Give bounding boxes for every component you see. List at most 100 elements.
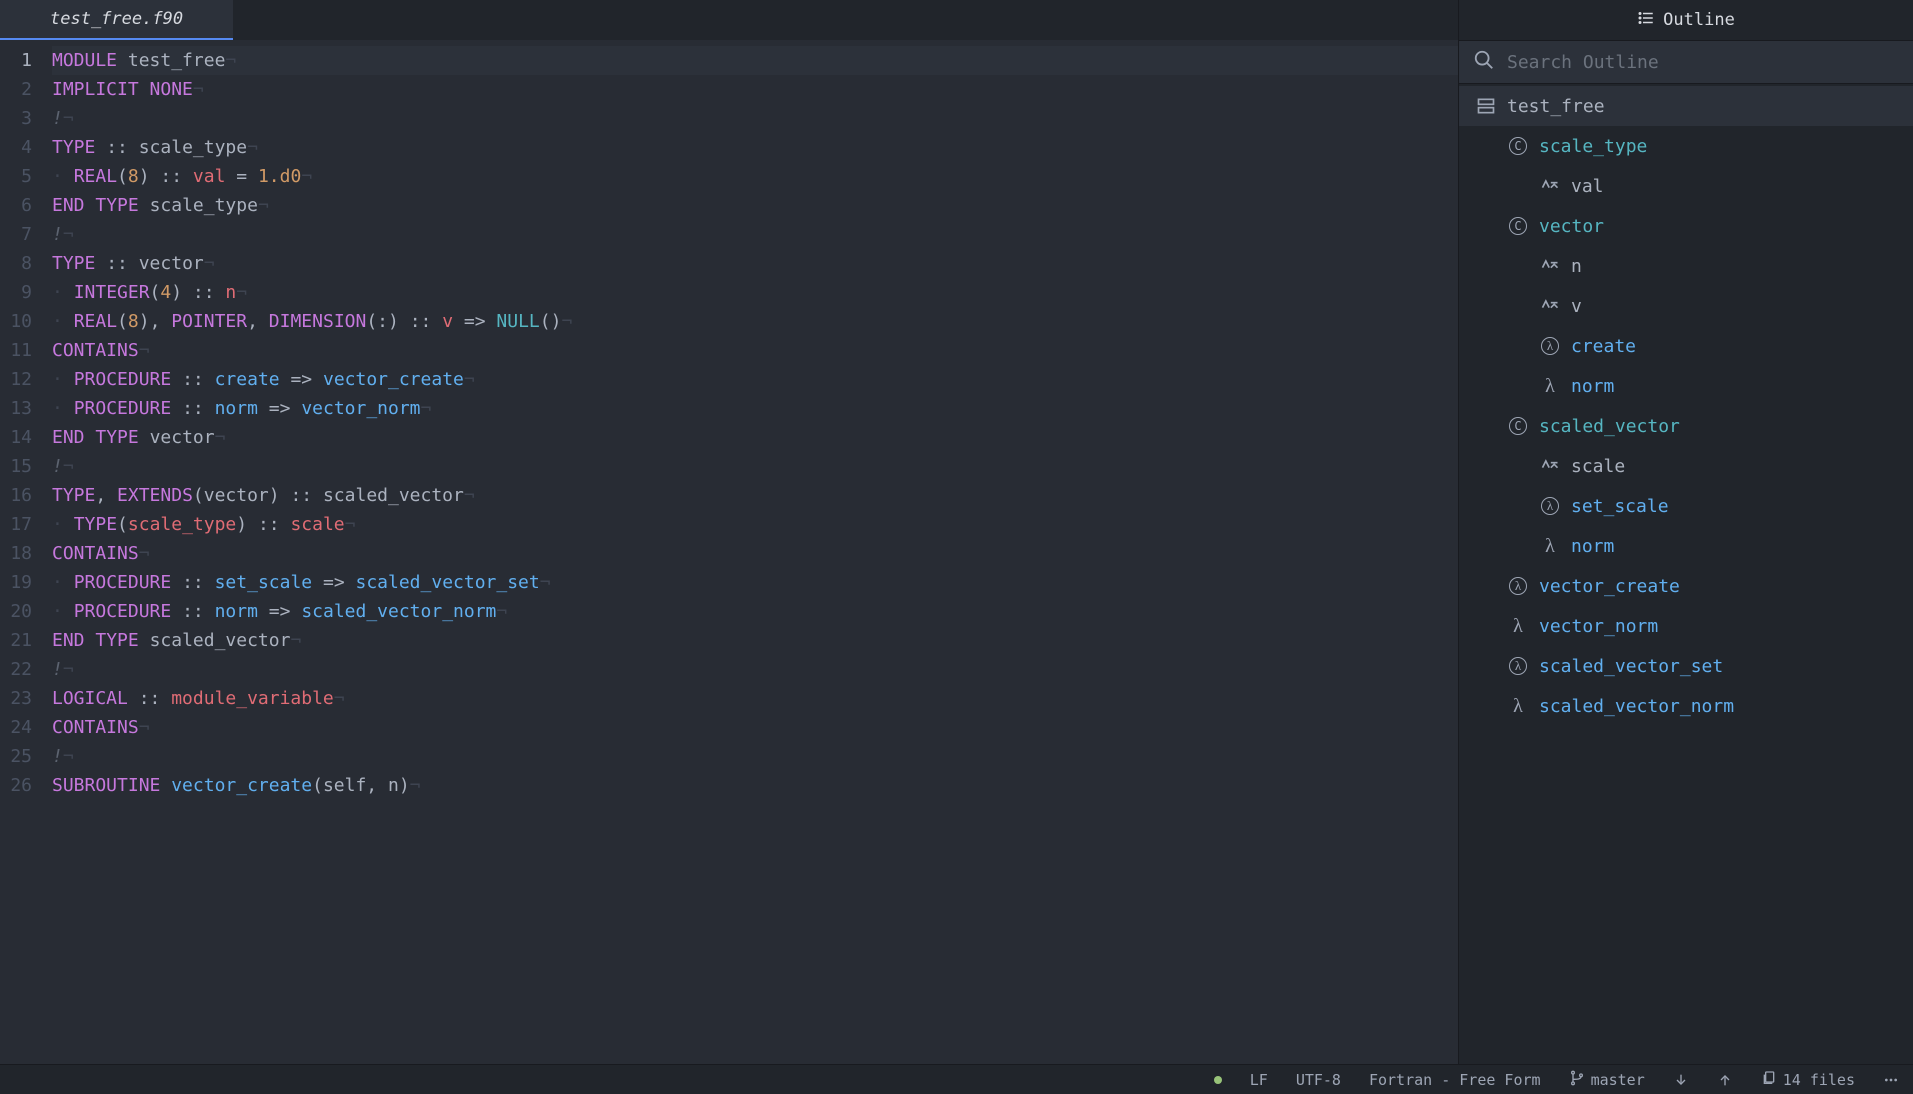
code-token: 1.d0 <box>258 166 301 187</box>
code-token: ¬ <box>258 195 269 216</box>
git-pull-icon[interactable] <box>1673 1072 1689 1088</box>
code-line[interactable]: · TYPE(scale_type) :: scale¬ <box>52 510 1458 539</box>
outline-item-norm[interactable]: λnorm <box>1459 366 1913 406</box>
line-number-gutter[interactable]: 1234567891011121314151617181920212223242… <box>0 40 40 1064</box>
code-line[interactable]: !¬ <box>52 104 1458 133</box>
code-line[interactable]: SUBROUTINE vector_create(self, n)¬ <box>52 771 1458 800</box>
line-number[interactable]: 3 <box>0 104 32 133</box>
code-token: n <box>225 282 236 303</box>
line-number[interactable]: 18 <box>0 539 32 568</box>
status-eol[interactable]: LF <box>1250 1071 1268 1089</box>
line-number[interactable]: 15 <box>0 452 32 481</box>
line-number[interactable]: 2 <box>0 75 32 104</box>
code-line[interactable]: · INTEGER(4) :: n¬ <box>52 278 1458 307</box>
outline-item-v[interactable]: v <box>1459 286 1913 326</box>
code-line[interactable]: CONTAINS¬ <box>52 539 1458 568</box>
outline-item-scale[interactable]: scale <box>1459 446 1913 486</box>
line-number[interactable]: 13 <box>0 394 32 423</box>
code-token: :: <box>171 572 214 593</box>
status-language[interactable]: Fortran - Free Form <box>1369 1071 1541 1089</box>
line-number[interactable]: 24 <box>0 713 32 742</box>
line-number[interactable]: 16 <box>0 481 32 510</box>
line-number[interactable]: 14 <box>0 423 32 452</box>
outline-item-vector-create[interactable]: λvector_create <box>1459 566 1913 606</box>
outline-item-create[interactable]: λcreate <box>1459 326 1913 366</box>
outline-tree[interactable]: test_freeCscale_typevalCvectornvλcreateλ… <box>1459 84 1913 1064</box>
code-line[interactable]: TYPE, EXTENDS(vector) :: scaled_vector¬ <box>52 481 1458 510</box>
code-line[interactable]: LOGICAL :: module_variable¬ <box>52 684 1458 713</box>
status-encoding[interactable]: UTF-8 <box>1296 1071 1341 1089</box>
code-line[interactable]: · REAL(8), POINTER, DIMENSION(:) :: v =>… <box>52 307 1458 336</box>
outline-search[interactable] <box>1459 40 1913 84</box>
code-token: END <box>52 427 85 448</box>
code-line[interactable]: CONTAINS¬ <box>52 713 1458 742</box>
code-line[interactable]: TYPE :: scale_type¬ <box>52 133 1458 162</box>
line-number[interactable]: 4 <box>0 133 32 162</box>
code-token: :: <box>171 369 214 390</box>
line-number[interactable]: 6 <box>0 191 32 220</box>
code-line[interactable]: !¬ <box>52 655 1458 684</box>
code-token <box>63 166 74 187</box>
outline-search-input[interactable] <box>1507 52 1899 73</box>
line-number[interactable]: 5 <box>0 162 32 191</box>
outline-item-scaled-vector-norm[interactable]: λscaled_vector_norm <box>1459 686 1913 726</box>
outline-item-scaled-vector[interactable]: Cscaled_vector <box>1459 406 1913 446</box>
code-line[interactable]: !¬ <box>52 742 1458 771</box>
line-number[interactable]: 20 <box>0 597 32 626</box>
code-line[interactable]: END TYPE vector¬ <box>52 423 1458 452</box>
line-number[interactable]: 21 <box>0 626 32 655</box>
code-token: · <box>52 311 63 332</box>
code-line[interactable]: · PROCEDURE :: create => vector_create¬ <box>52 365 1458 394</box>
outline-item-norm[interactable]: λnorm <box>1459 526 1913 566</box>
outline-item-scaled-vector-set[interactable]: λscaled_vector_set <box>1459 646 1913 686</box>
line-number[interactable]: 12 <box>0 365 32 394</box>
line-number[interactable]: 9 <box>0 278 32 307</box>
line-number[interactable]: 25 <box>0 742 32 771</box>
code-token <box>63 514 74 535</box>
code-token: ¬ <box>225 50 236 71</box>
line-number[interactable]: 7 <box>0 220 32 249</box>
code-token: TYPE <box>95 427 138 448</box>
code-line[interactable]: !¬ <box>52 220 1458 249</box>
code-token <box>63 601 74 622</box>
code-content[interactable]: MODULE test_free¬IMPLICIT NONE¬!¬TYPE ::… <box>40 40 1458 1064</box>
code-line[interactable]: MODULE test_free¬ <box>52 46 1458 75</box>
lambda-icon: λ <box>1507 615 1529 638</box>
code-token: PROCEDURE <box>74 369 172 390</box>
code-area[interactable]: 1234567891011121314151617181920212223242… <box>0 40 1458 1064</box>
code-line[interactable]: !¬ <box>52 452 1458 481</box>
line-number[interactable]: 26 <box>0 771 32 800</box>
code-line[interactable]: IMPLICIT NONE¬ <box>52 75 1458 104</box>
status-more-icon[interactable] <box>1883 1072 1899 1088</box>
outline-item-vector-norm[interactable]: λvector_norm <box>1459 606 1913 646</box>
outline-item-n[interactable]: n <box>1459 246 1913 286</box>
code-token: ¬ <box>421 398 432 419</box>
line-number[interactable]: 22 <box>0 655 32 684</box>
code-line[interactable]: CONTAINS¬ <box>52 336 1458 365</box>
status-branch[interactable]: master <box>1569 1070 1645 1090</box>
code-line[interactable]: END TYPE scaled_vector¬ <box>52 626 1458 655</box>
code-token: scaled_vector_set <box>356 572 540 593</box>
code-line[interactable]: · PROCEDURE :: norm => scaled_vector_nor… <box>52 597 1458 626</box>
code-line[interactable]: TYPE :: vector¬ <box>52 249 1458 278</box>
line-number[interactable]: 11 <box>0 336 32 365</box>
line-number[interactable]: 23 <box>0 684 32 713</box>
line-number[interactable]: 17 <box>0 510 32 539</box>
outline-item-scale-type[interactable]: Cscale_type <box>1459 126 1913 166</box>
git-push-icon[interactable] <box>1717 1072 1733 1088</box>
status-files[interactable]: 14 files <box>1761 1070 1855 1090</box>
outline-item-val[interactable]: val <box>1459 166 1913 206</box>
outline-item-set-scale[interactable]: λset_scale <box>1459 486 1913 526</box>
line-number[interactable]: 19 <box>0 568 32 597</box>
code-line[interactable]: · REAL(8) :: val = 1.d0¬ <box>52 162 1458 191</box>
outline-item-vector[interactable]: Cvector <box>1459 206 1913 246</box>
outline-item-test-free[interactable]: test_free <box>1459 86 1913 126</box>
line-number[interactable]: 1 <box>0 46 32 75</box>
code-line[interactable]: · PROCEDURE :: norm => vector_norm¬ <box>52 394 1458 423</box>
code-line[interactable]: · PROCEDURE :: set_scale => scaled_vecto… <box>52 568 1458 597</box>
code-token: ! <box>52 224 63 245</box>
code-line[interactable]: END TYPE scale_type¬ <box>52 191 1458 220</box>
tab-file[interactable]: test_free.f90 <box>0 0 233 40</box>
line-number[interactable]: 8 <box>0 249 32 278</box>
line-number[interactable]: 10 <box>0 307 32 336</box>
